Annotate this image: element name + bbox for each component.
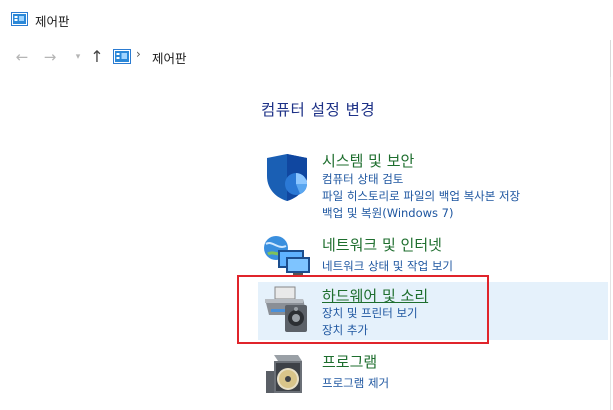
title-bar: 제어판 xyxy=(0,0,613,40)
category-programs: 프로그램 프로그램 제거 xyxy=(258,351,608,401)
highlight-box xyxy=(237,275,489,344)
link-network-status[interactable]: 네트워크 상태 및 작업 보기 xyxy=(322,258,453,274)
breadcrumb[interactable]: 제어판 xyxy=(152,48,187,67)
network-globe-icon[interactable] xyxy=(260,234,312,278)
shield-icon[interactable] xyxy=(263,152,311,202)
category-title[interactable]: 네트워크 및 인터넷 xyxy=(322,234,442,255)
window-title: 제어판 xyxy=(35,14,70,29)
page-title: 컴퓨터 설정 변경 xyxy=(261,101,376,119)
breadcrumb-separator[interactable]: › xyxy=(136,47,141,61)
divider xyxy=(610,40,611,77)
link-check-computer-status[interactable]: 컴퓨터 상태 검토 xyxy=(322,171,403,187)
link-backup-restore[interactable]: 백업 및 복원(Windows 7) xyxy=(322,205,454,221)
arrow-left-icon[interactable]: ← xyxy=(14,49,30,65)
link-uninstall-program[interactable]: 프로그램 제거 xyxy=(322,375,389,391)
divider xyxy=(610,77,611,410)
category-title[interactable]: 프로그램 xyxy=(322,351,377,372)
control-panel-icon xyxy=(113,49,131,64)
category-title[interactable]: 시스템 및 보안 xyxy=(322,150,414,171)
programs-disc-icon[interactable] xyxy=(266,351,310,397)
navigation-bar: ← → ▾ ↑ xyxy=(0,42,613,72)
chevron-down-icon[interactable]: ▾ xyxy=(70,49,86,65)
control-panel-icon xyxy=(11,12,28,26)
category-network-internet: 네트워크 및 인터넷 네트워크 상태 및 작업 보기 xyxy=(258,234,608,276)
category-system-security: 시스템 및 보안 컴퓨터 상태 검토 파일 히스토리로 파일의 백업 복사본 저… xyxy=(258,150,608,225)
arrow-right-icon[interactable]: → xyxy=(42,49,58,65)
arrow-up-icon[interactable]: ↑ xyxy=(89,49,105,65)
link-file-history[interactable]: 파일 히스토리로 파일의 백업 복사본 저장 xyxy=(322,188,520,204)
